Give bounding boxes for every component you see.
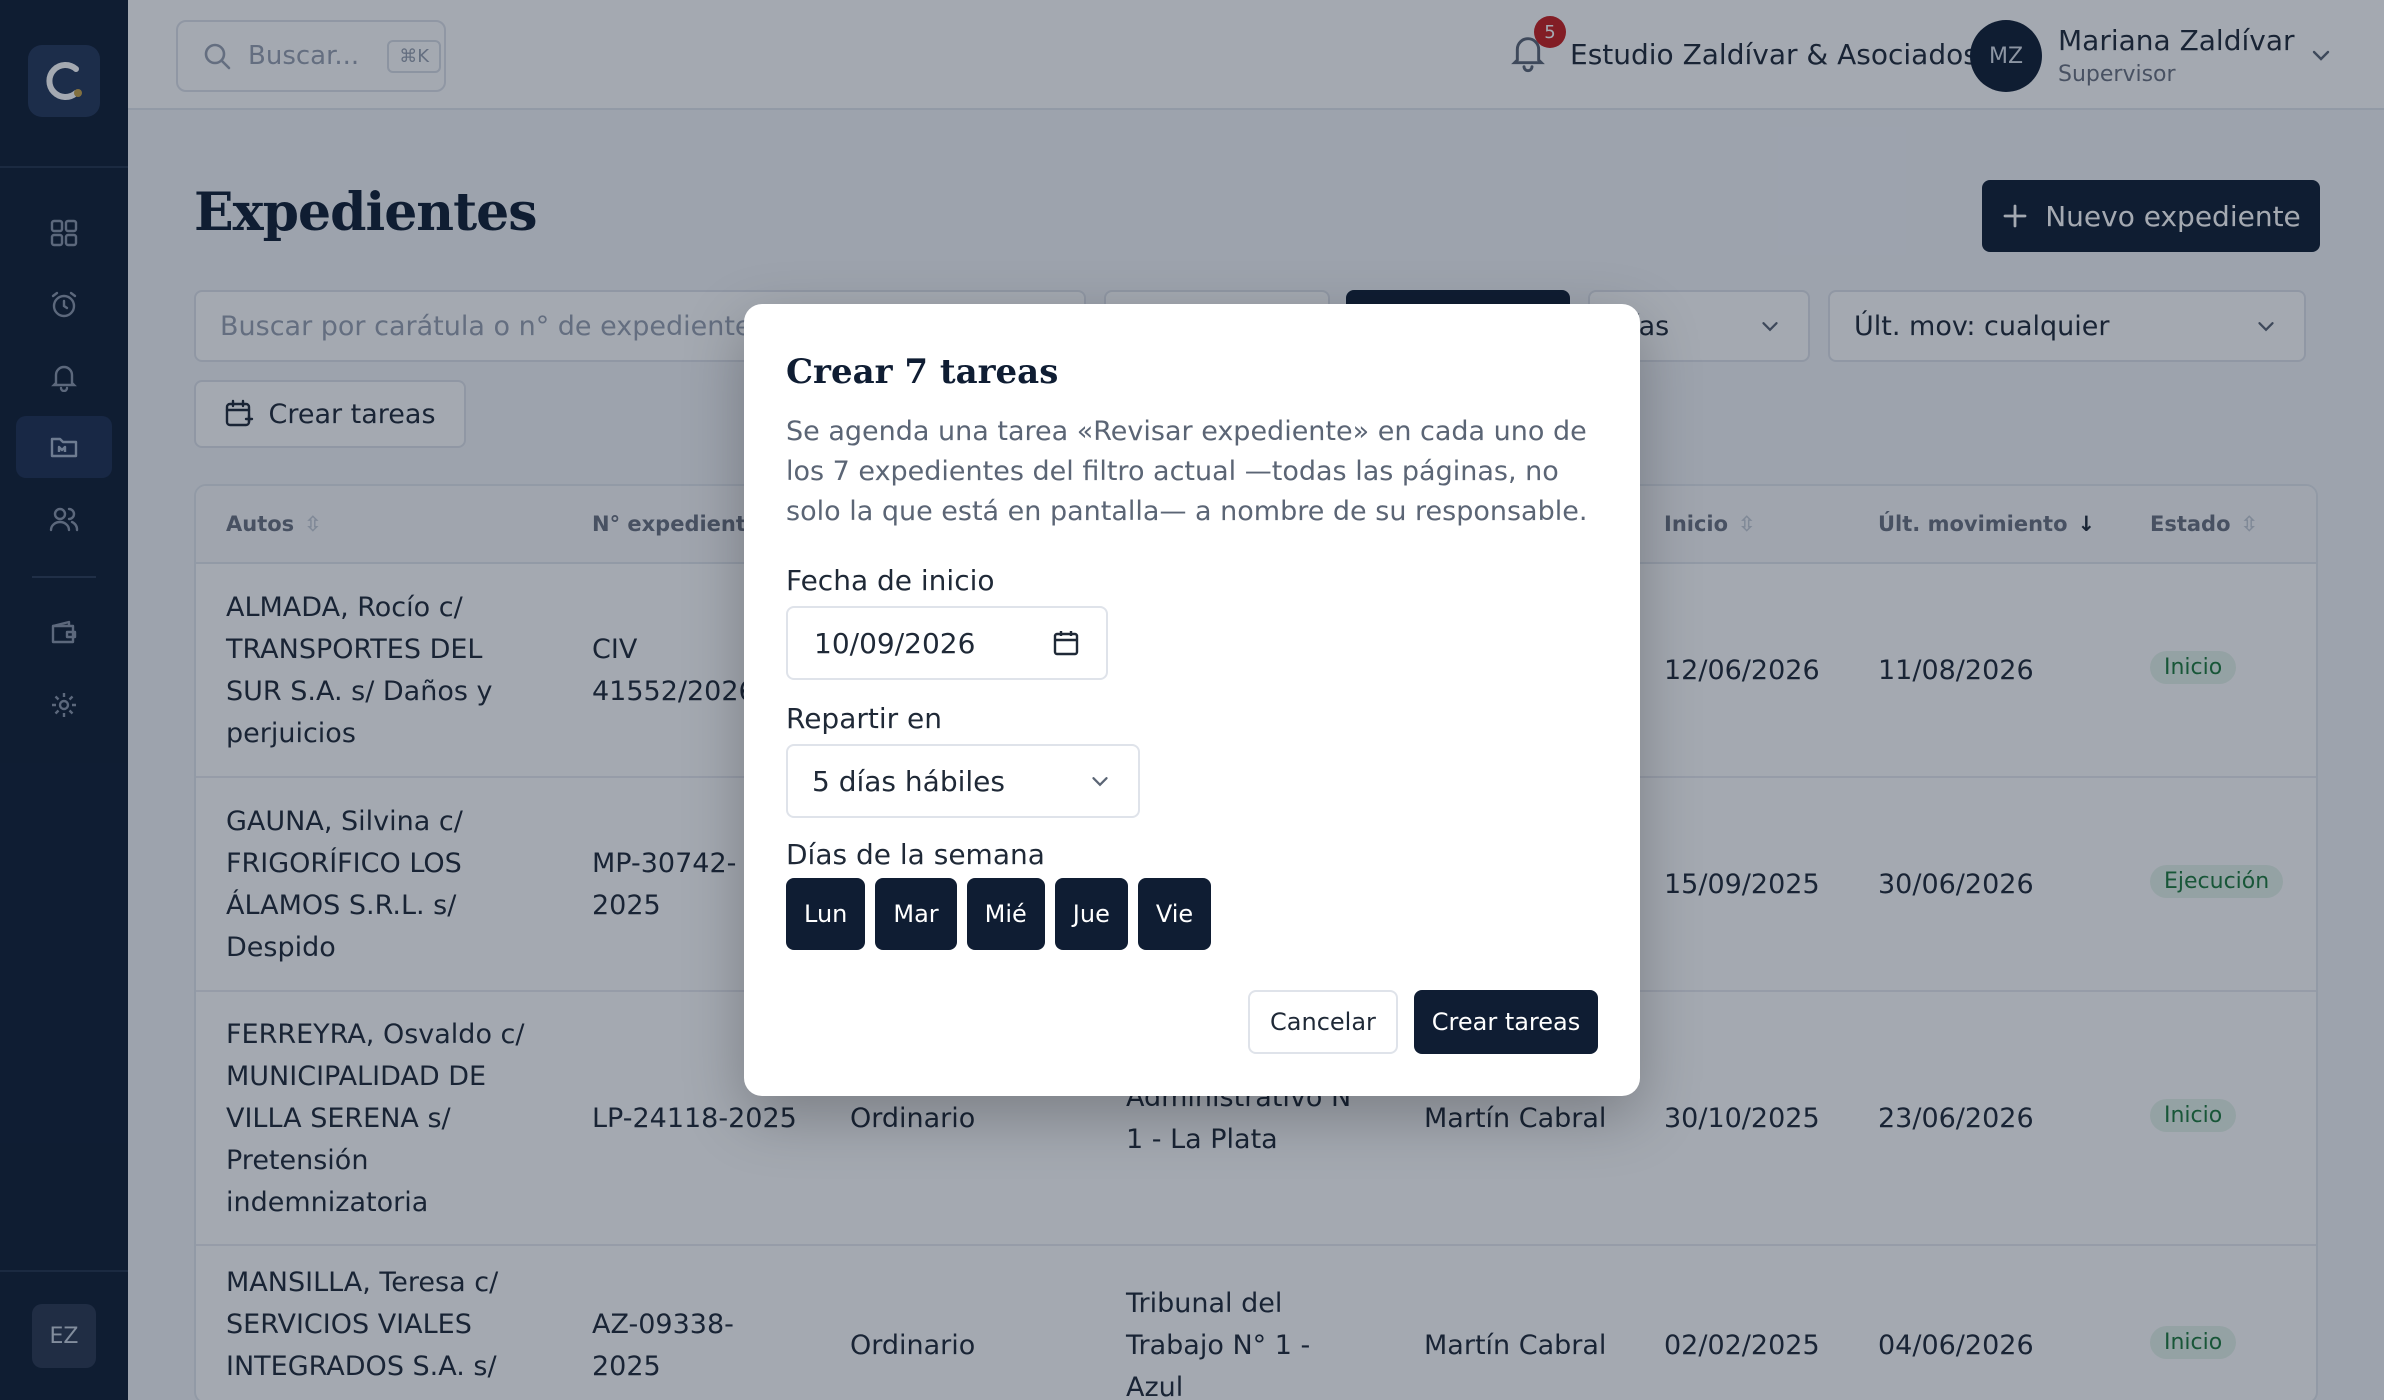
weekday-toggle-mar[interactable]: Mar [875, 878, 957, 950]
confirm-create-tasks-button[interactable]: Crear tareas [1414, 990, 1598, 1054]
chevron-down-icon [1092, 777, 1108, 787]
start-date-input[interactable]: 10/09/2026 [786, 606, 1108, 680]
cancel-button[interactable]: Cancelar [1248, 990, 1398, 1054]
spread-value: 5 días hábiles [812, 764, 1005, 798]
dialog-title: Crear 7 tareas [786, 352, 1059, 392]
start-date-value: 10/09/2026 [814, 626, 976, 660]
weekdays-label: Días de la semana [786, 838, 1045, 871]
dialog-description: Se agenda una tarea «Revisar expediente»… [786, 416, 1588, 527]
create-tasks-dialog: Crear 7 tareas Se agenda una tarea «Revi… [744, 304, 1640, 1096]
weekday-toggle-jue[interactable]: Jue [1054, 878, 1128, 950]
calendar-icon[interactable] [1052, 629, 1080, 657]
weekday-toggle-lun[interactable]: Lun [786, 878, 866, 950]
spread-label: Repartir en [786, 702, 943, 735]
weekday-toggle-mie[interactable]: Mié [966, 878, 1045, 950]
weekday-toggles: Lun Mar Mié Jue Vie [786, 878, 1212, 950]
weekday-toggle-vie[interactable]: Vie [1137, 878, 1212, 950]
spread-select[interactable]: 5 días hábiles [786, 744, 1140, 818]
start-date-label: Fecha de inicio [786, 564, 995, 597]
